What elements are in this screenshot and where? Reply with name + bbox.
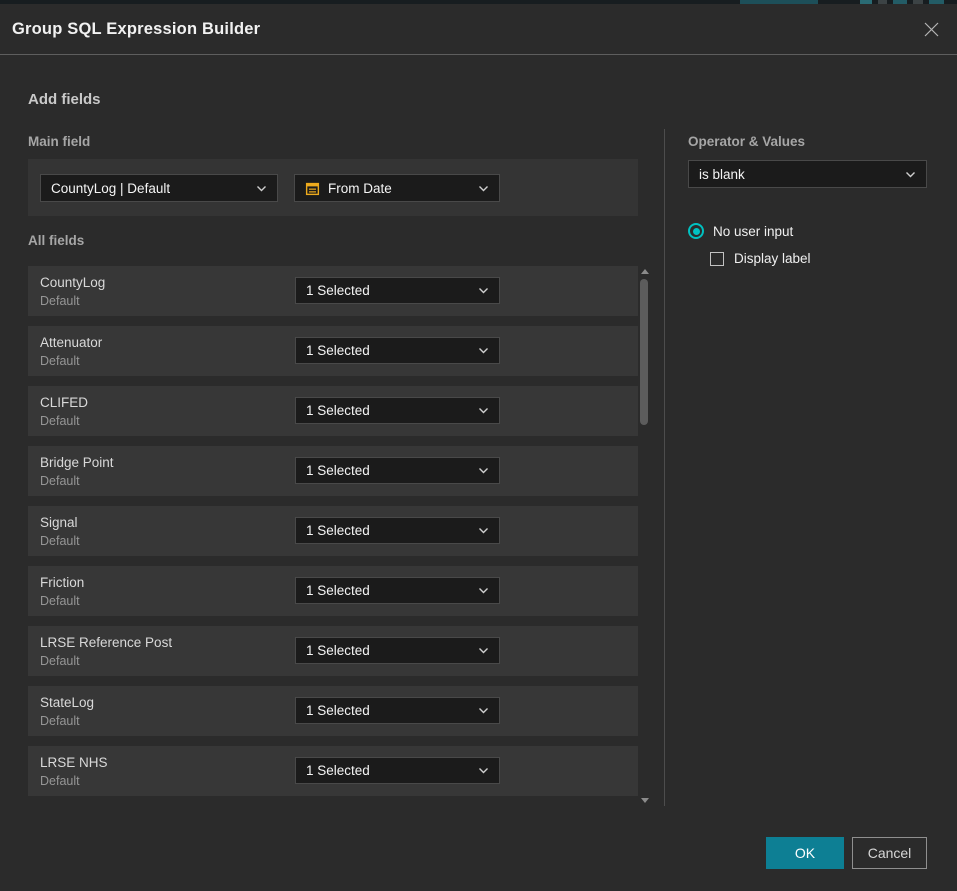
- display-label-option[interactable]: Display label: [710, 251, 811, 266]
- chevron-down-icon: [256, 185, 267, 192]
- field-row: Signal Default 1 Selected: [28, 506, 638, 556]
- scrollbar-thumb[interactable]: [640, 279, 648, 425]
- cancel-button[interactable]: Cancel: [852, 837, 927, 869]
- chevron-down-icon: [905, 171, 916, 178]
- column-divider: [664, 129, 665, 806]
- field-selection-dropdown[interactable]: 1 Selected: [295, 457, 500, 484]
- ok-button[interactable]: OK: [766, 837, 844, 869]
- field-selection-dropdown[interactable]: 1 Selected: [295, 637, 500, 664]
- field-selection-value: 1 Selected: [306, 583, 370, 598]
- close-icon: [923, 21, 940, 38]
- chevron-down-icon: [478, 185, 489, 192]
- operator-dropdown-value: is blank: [699, 167, 745, 182]
- field-selection-value: 1 Selected: [306, 283, 370, 298]
- field-name: Bridge Point: [40, 455, 114, 470]
- field-selection-dropdown[interactable]: 1 Selected: [295, 757, 500, 784]
- field-selection-value: 1 Selected: [306, 703, 370, 718]
- chevron-down-icon: [478, 527, 489, 534]
- field-row: LRSE NHS Default 1 Selected: [28, 746, 638, 796]
- field-selection-value: 1 Selected: [306, 643, 370, 658]
- operator-dropdown[interactable]: is blank: [688, 160, 927, 188]
- field-row: Bridge Point Default 1 Selected: [28, 446, 638, 496]
- field-selection-dropdown[interactable]: 1 Selected: [295, 577, 500, 604]
- field-name: Attenuator: [40, 335, 102, 350]
- field-subtitle: Default: [40, 534, 80, 548]
- field-subtitle: Default: [40, 354, 80, 368]
- field-selection-dropdown[interactable]: 1 Selected: [295, 337, 500, 364]
- field-selection-value: 1 Selected: [306, 463, 370, 478]
- main-field-panel: CountyLog | Default From Date: [28, 159, 638, 216]
- field-subtitle: Default: [40, 654, 80, 668]
- chevron-down-icon: [478, 647, 489, 654]
- all-fields-label: All fields: [28, 233, 84, 248]
- field-row: Friction Default 1 Selected: [28, 566, 638, 616]
- no-user-input-option[interactable]: No user input: [688, 223, 793, 239]
- display-label-checkbox[interactable]: [710, 252, 724, 266]
- field-selection-value: 1 Selected: [306, 403, 370, 418]
- field-selection-dropdown[interactable]: 1 Selected: [295, 697, 500, 724]
- field-row: StateLog Default 1 Selected: [28, 686, 638, 736]
- field-selection-dropdown[interactable]: 1 Selected: [295, 397, 500, 424]
- field-name: CountyLog: [40, 275, 105, 290]
- field-name: StateLog: [40, 695, 94, 710]
- chevron-down-icon: [478, 347, 489, 354]
- chevron-down-icon: [478, 407, 489, 414]
- chevron-down-icon: [478, 587, 489, 594]
- chevron-down-icon: [478, 707, 489, 714]
- chevron-down-icon: [478, 287, 489, 294]
- chevron-down-icon: [478, 467, 489, 474]
- chevron-down-icon: [478, 767, 489, 774]
- fields-scrollbar[interactable]: [639, 266, 650, 806]
- dialog-header: Group SQL Expression Builder: [0, 4, 957, 55]
- field-name: Friction: [40, 575, 84, 590]
- field-selection-dropdown[interactable]: 1 Selected: [295, 277, 500, 304]
- scroll-down-icon[interactable]: [641, 798, 649, 803]
- field-row: CountyLog Default 1 Selected: [28, 266, 638, 316]
- field-selection-value: 1 Selected: [306, 523, 370, 538]
- field-name: CLIFED: [40, 395, 88, 410]
- field-dropdown-value: From Date: [328, 181, 392, 196]
- field-subtitle: Default: [40, 414, 80, 428]
- field-row: LRSE Reference Post Default 1 Selected: [28, 626, 638, 676]
- field-subtitle: Default: [40, 774, 80, 788]
- field-subtitle: Default: [40, 294, 80, 308]
- group-sql-expression-builder-dialog: Group SQL Expression Builder Add fields …: [0, 4, 957, 891]
- display-label-label: Display label: [734, 251, 811, 266]
- layer-dropdown-value: CountyLog | Default: [51, 181, 170, 196]
- field-name: LRSE Reference Post: [40, 635, 172, 650]
- main-field-label: Main field: [28, 134, 90, 149]
- field-selection-value: 1 Selected: [306, 343, 370, 358]
- layer-dropdown[interactable]: CountyLog | Default: [40, 174, 278, 202]
- field-selection-dropdown[interactable]: 1 Selected: [295, 517, 500, 544]
- scroll-up-icon[interactable]: [641, 269, 649, 274]
- no-user-input-radio[interactable]: [688, 223, 704, 239]
- field-name: LRSE NHS: [40, 755, 108, 770]
- field-row: Attenuator Default 1 Selected: [28, 326, 638, 376]
- close-button[interactable]: [917, 15, 945, 43]
- dialog-title: Group SQL Expression Builder: [12, 20, 260, 39]
- field-subtitle: Default: [40, 714, 80, 728]
- calendar-icon: [305, 181, 320, 196]
- field-subtitle: Default: [40, 474, 80, 488]
- field-name: Signal: [40, 515, 78, 530]
- no-user-input-label: No user input: [713, 224, 793, 239]
- add-fields-heading: Add fields: [28, 91, 101, 108]
- field-row: CLIFED Default 1 Selected: [28, 386, 638, 436]
- operator-values-label: Operator & Values: [688, 134, 805, 149]
- field-subtitle: Default: [40, 594, 80, 608]
- screen: Group SQL Expression Builder Add fields …: [0, 0, 957, 891]
- all-fields-list: CountyLog Default 1 Selected Attenuator …: [28, 266, 638, 806]
- field-selection-value: 1 Selected: [306, 763, 370, 778]
- field-dropdown[interactable]: From Date: [294, 174, 500, 202]
